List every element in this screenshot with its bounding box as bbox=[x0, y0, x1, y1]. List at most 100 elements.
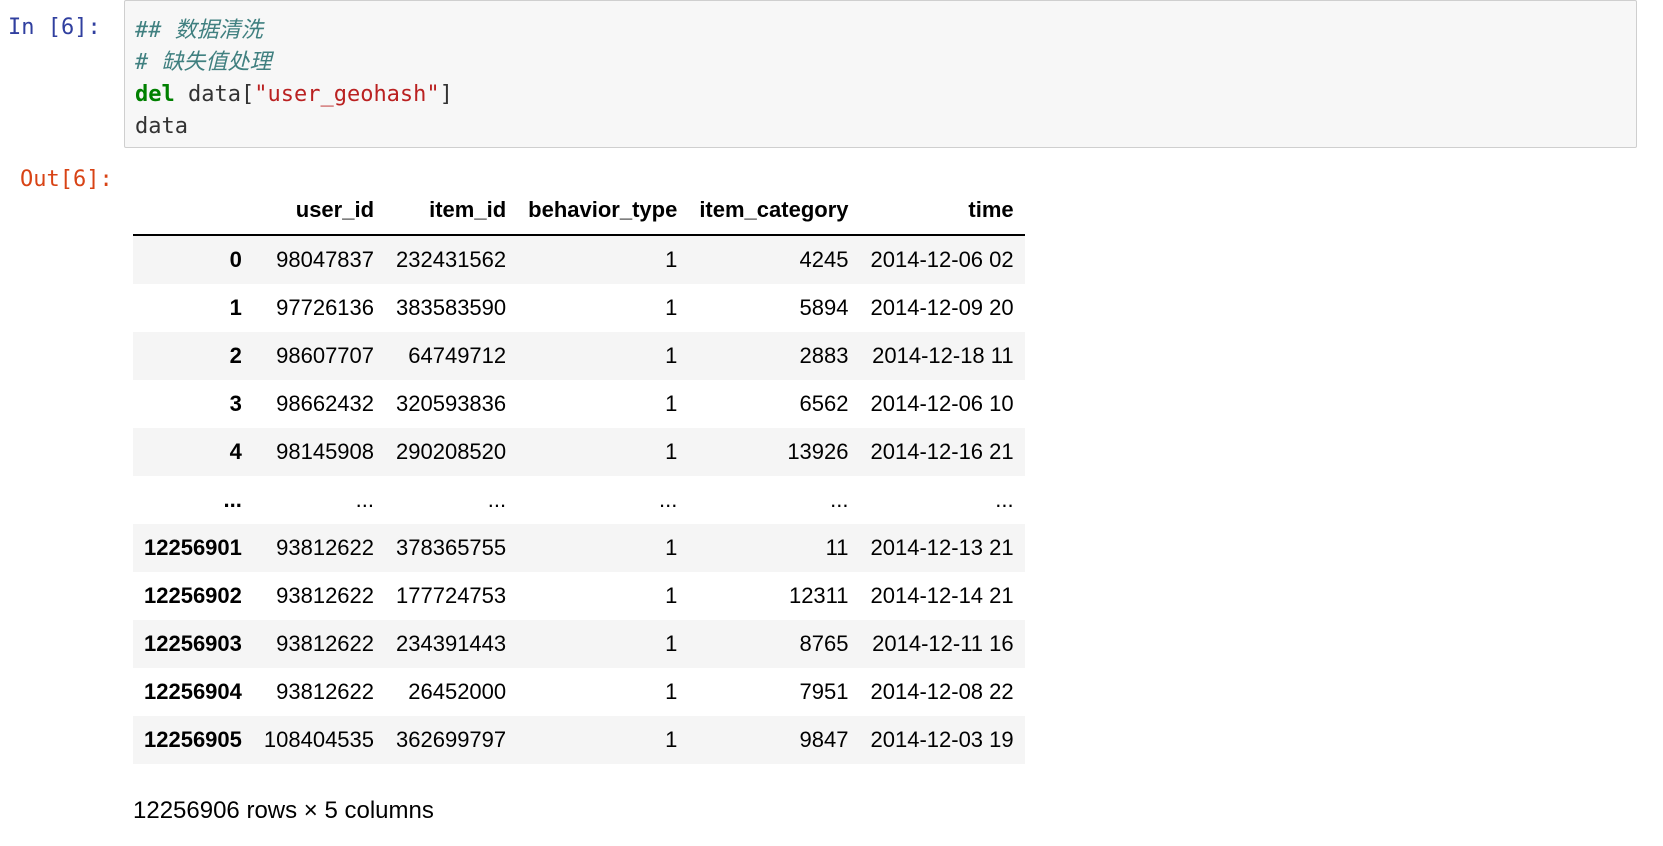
table-cell: 98662432 bbox=[276, 391, 375, 416]
row-index: ... bbox=[223, 487, 242, 512]
table-cell: 2014-12-18 11 bbox=[872, 343, 1014, 368]
table-cell: 378365755 bbox=[396, 535, 507, 560]
row-index: 12256904 bbox=[144, 679, 242, 704]
table-cell: 362699797 bbox=[396, 727, 507, 752]
table-cell: 1 bbox=[665, 247, 678, 272]
table-cell: 2014-12-06 02 bbox=[870, 247, 1014, 272]
table-cell: 1 bbox=[665, 679, 678, 704]
row-index: 12256905 bbox=[144, 727, 242, 752]
code-comment: ## 数据清洗 bbox=[135, 18, 263, 43]
table-cell: 177724753 bbox=[396, 583, 507, 608]
row-index: 2 bbox=[229, 343, 242, 368]
table-cell: 1 bbox=[665, 583, 678, 608]
table-row-ellipsis: .................. bbox=[133, 476, 1025, 524]
code-line-1: ## 数据清洗 bbox=[135, 15, 453, 47]
table-cell: 1 bbox=[665, 343, 678, 368]
row-index: 12256902 bbox=[144, 583, 242, 608]
code-line-2: # 缺失值处理 bbox=[135, 47, 453, 79]
table-cell: ... bbox=[355, 487, 375, 512]
table-row: 3 98662432 320593836 1 6562 2014-12-06 10 bbox=[133, 380, 1025, 428]
column-header: behavior_type bbox=[528, 197, 678, 222]
table-cell: 93812622 bbox=[276, 679, 375, 704]
dataframe-header: user_id item_id behavior_type item_categ… bbox=[133, 186, 1025, 235]
table-cell: 1 bbox=[665, 535, 678, 560]
column-header: item_id bbox=[429, 197, 507, 222]
column-header: time bbox=[968, 197, 1014, 222]
table-cell: 9847 bbox=[799, 727, 849, 752]
table-cell: ... bbox=[487, 487, 507, 512]
table-cell: 97726136 bbox=[276, 295, 375, 320]
table-cell: 12311 bbox=[788, 583, 849, 608]
table-cell: ... bbox=[995, 487, 1014, 512]
header-row: user_id item_id behavior_type item_categ… bbox=[133, 186, 1025, 235]
table-cell: 13926 bbox=[787, 439, 849, 464]
table-cell: 1 bbox=[665, 295, 678, 320]
table-row: 12256904 93812622 26452000 1 7951 2014-12-08 … bbox=[133, 668, 1025, 716]
row-index: 4 bbox=[229, 439, 242, 464]
table-cell: 98145908 bbox=[276, 439, 375, 464]
table-cell: 383583590 bbox=[396, 295, 507, 320]
table-cell: 4245 bbox=[799, 247, 849, 272]
code-text: data[ bbox=[174, 82, 255, 107]
table-cell: 64749712 bbox=[408, 343, 507, 368]
table-cell: 2014-12-09 20 bbox=[870, 295, 1014, 320]
table-row: 12256902 93812622 177724753 1 12311 2014-12-1… bbox=[133, 572, 1025, 620]
table-cell: 1 bbox=[665, 391, 678, 416]
table-cell: 7951 bbox=[799, 679, 849, 704]
code-keyword: del bbox=[135, 82, 175, 107]
code-text: data bbox=[135, 114, 188, 139]
table-cell: 2014-12-16 21 bbox=[870, 439, 1014, 464]
table-cell: 2014-12-08 22 bbox=[870, 679, 1014, 704]
dataframe-body: 0 98047837 232431562 1 4245 2014-12-06 02 1 97… bbox=[133, 235, 1025, 764]
row-index: 12256901 bbox=[144, 535, 242, 560]
table-cell: 93812622 bbox=[276, 631, 375, 656]
table-cell: 5894 bbox=[799, 295, 849, 320]
table-cell: 320593836 bbox=[396, 391, 507, 416]
input-prompt: In [6]: bbox=[8, 15, 101, 40]
table-cell: 6562 bbox=[799, 391, 849, 416]
table-cell: 2014-12-03 19 bbox=[870, 727, 1014, 752]
row-index: 1 bbox=[229, 295, 242, 320]
table-cell: 2014-12-06 10 bbox=[870, 391, 1014, 416]
output-prompt: Out[6]: bbox=[20, 167, 113, 192]
code-text: ] bbox=[439, 82, 453, 107]
table-cell: 234391443 bbox=[396, 631, 507, 656]
code-line-3: del data["user_geohash"] bbox=[135, 79, 453, 111]
table-cell: 290208520 bbox=[396, 439, 507, 464]
table-row: 12256903 93812622 234391443 1 8765 2014-12-11… bbox=[133, 620, 1025, 668]
table-cell: 93812622 bbox=[276, 535, 375, 560]
row-index: 12256903 bbox=[144, 631, 242, 656]
table-row: 1 97726136 383583590 1 5894 2014-12-09 20 bbox=[133, 284, 1025, 332]
table-cell: 2014-12-13 21 bbox=[870, 535, 1014, 560]
table-cell: ... bbox=[658, 487, 678, 512]
column-header: item_category bbox=[699, 197, 849, 222]
table-cell: 8765 bbox=[799, 631, 849, 656]
code-input-area[interactable]: ## 数据清洗 # 缺失值处理 del data["user_geohash"] da… bbox=[124, 0, 1637, 148]
table-cell: 98607707 bbox=[276, 343, 375, 368]
table-row: 2 98607707 64749712 1 2883 2014-12-18 11 bbox=[133, 332, 1025, 380]
table-cell: 2014-12-11 16 bbox=[872, 631, 1014, 656]
row-index: 3 bbox=[229, 391, 242, 416]
table-row: 0 98047837 232431562 1 4245 2014-12-06 02 bbox=[133, 235, 1025, 284]
table-cell: 11 bbox=[825, 535, 849, 560]
row-index: 0 bbox=[229, 247, 242, 272]
table-cell: 108404535 bbox=[263, 727, 375, 752]
table-cell: 1 bbox=[665, 631, 678, 656]
column-header-index bbox=[133, 186, 253, 235]
code-editor[interactable]: ## 数据清洗 # 缺失值处理 del data["user_geohash"] da… bbox=[135, 15, 453, 143]
table-row: 12256901 93812622 378365755 1 11 2014-12-13 2… bbox=[133, 524, 1025, 572]
code-comment: # 缺失值处理 bbox=[135, 50, 272, 75]
table-cell: 232431562 bbox=[396, 247, 507, 272]
code-string: "user_geohash" bbox=[254, 82, 440, 107]
table-cell: 98047837 bbox=[276, 247, 375, 272]
table-cell: 1 bbox=[665, 727, 678, 752]
dataframe-table: user_id item_id behavior_type item_categ… bbox=[133, 186, 1025, 764]
dataframe-shape: 12256906 rows × 5 columns bbox=[133, 797, 434, 824]
table-cell: 2883 bbox=[799, 343, 849, 368]
code-line-4: data bbox=[135, 111, 453, 143]
table-cell: ... bbox=[830, 487, 849, 512]
table-row: 4 98145908 290208520 1 13926 2014-12-16 21 bbox=[133, 428, 1025, 476]
table-cell: 2014-12-14 21 bbox=[870, 583, 1014, 608]
table-cell: 26452000 bbox=[408, 679, 507, 704]
table-cell: 93812622 bbox=[276, 583, 375, 608]
